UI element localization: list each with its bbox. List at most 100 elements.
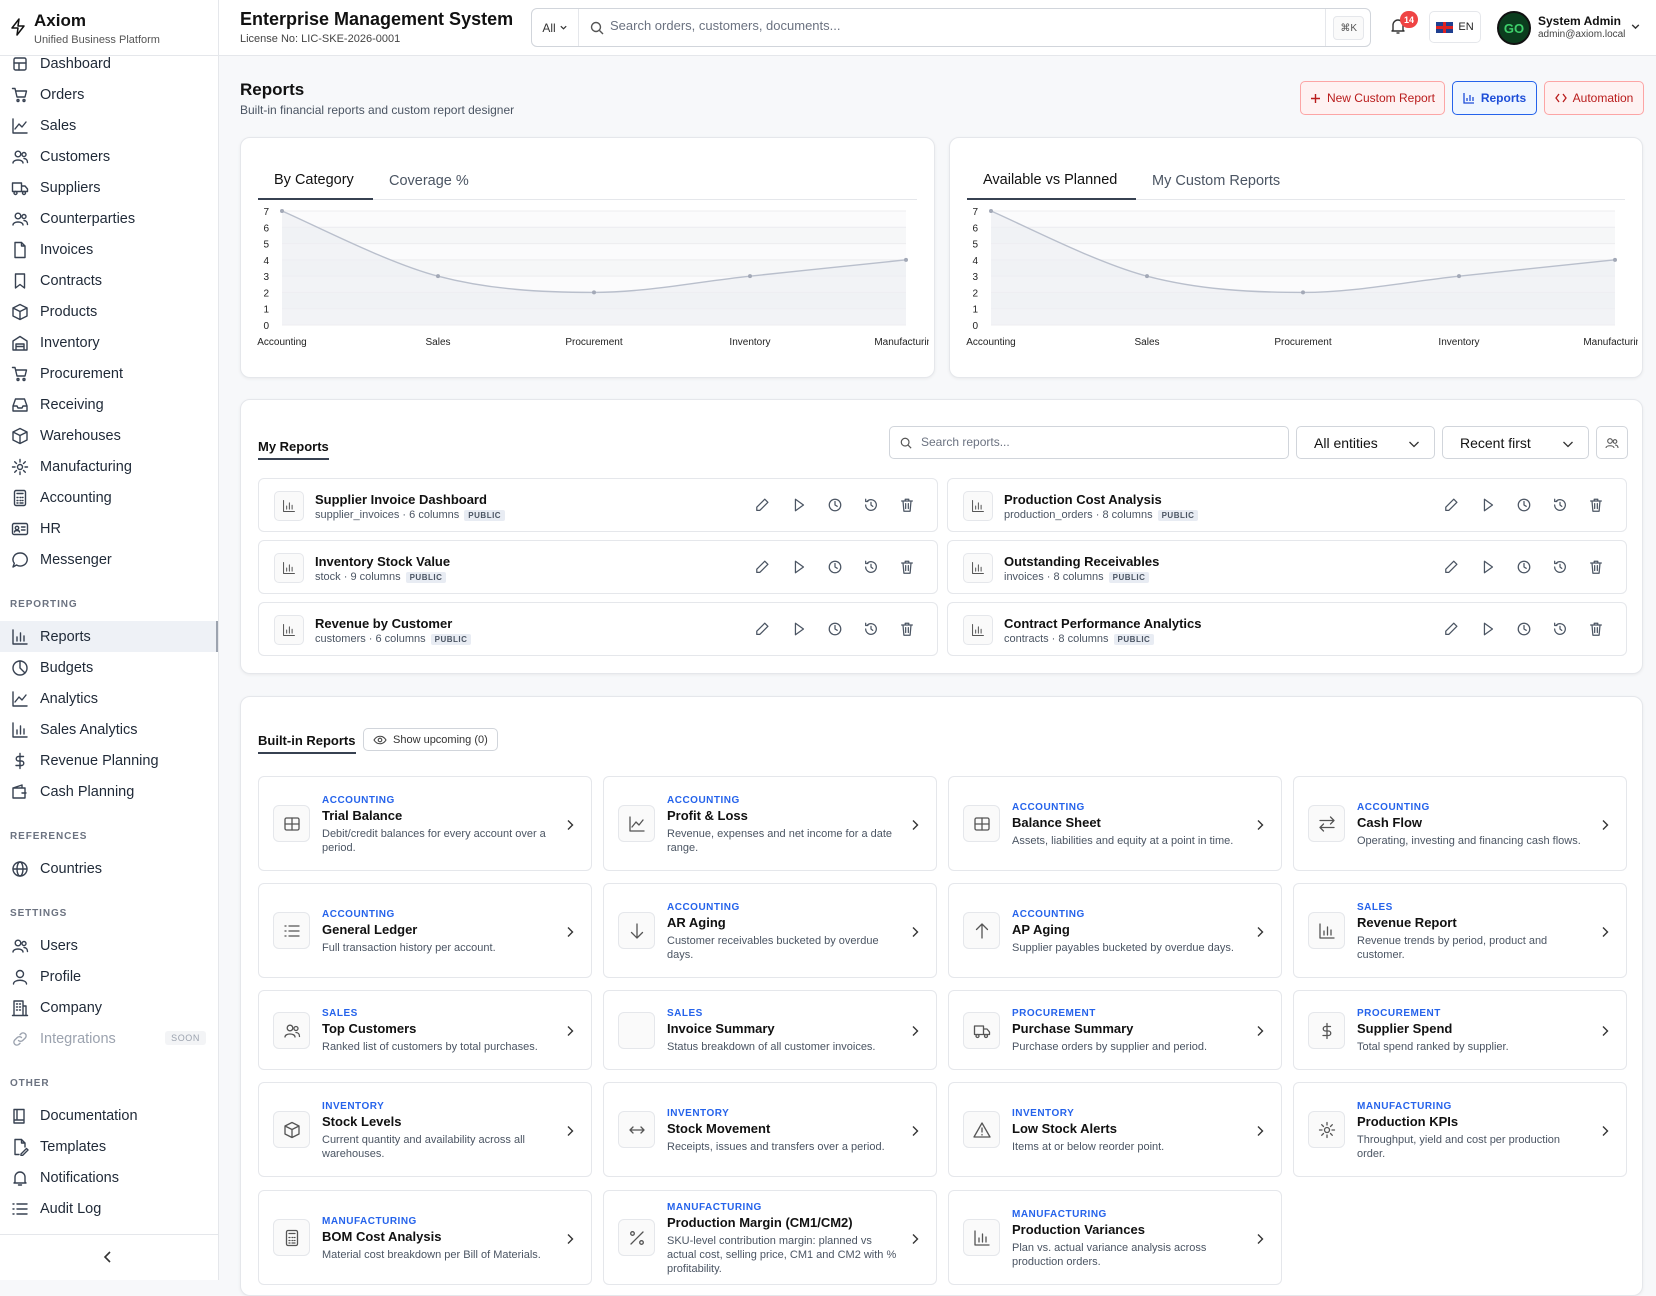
report-name[interactable]: Outstanding Receivables	[1004, 554, 1159, 569]
sidebar-item-sales-analytics[interactable]: Sales Analytics	[0, 714, 218, 745]
new-custom-report-button[interactable]: New Custom Report	[1300, 81, 1445, 115]
clock-icon[interactable]	[827, 621, 845, 639]
language-switcher[interactable]: EN	[1429, 11, 1481, 43]
sidebar-item-procurement[interactable]: Procurement	[0, 358, 218, 389]
clock-icon[interactable]	[827, 559, 845, 577]
sidebar-item-contracts[interactable]: Contracts	[0, 265, 218, 296]
sidebar-item-hr[interactable]: HR	[0, 513, 218, 544]
history-icon[interactable]	[863, 559, 881, 577]
sidebar-item-profile[interactable]: Profile	[0, 961, 218, 992]
play-icon[interactable]	[1480, 497, 1498, 515]
user-menu-chevron-icon[interactable]	[1630, 21, 1641, 32]
search-scope-select[interactable]: All	[532, 9, 579, 46]
tab-coverage[interactable]: Coverage %	[373, 162, 485, 200]
play-icon[interactable]	[791, 497, 809, 515]
sort-select[interactable]: Recent first	[1442, 426, 1589, 459]
builtin-report-card-invoice-summary[interactable]: SALES Invoice Summary Status breakdown of …	[603, 990, 937, 1070]
history-icon[interactable]	[1552, 621, 1570, 639]
builtin-report-card-ar-aging[interactable]: ACCOUNTING AR Aging Customer receivables b…	[603, 883, 937, 978]
report-name[interactable]: Contract Performance Analytics	[1004, 616, 1201, 631]
builtin-report-card-profit-loss[interactable]: ACCOUNTING Profit & Loss Revenue, expenses…	[603, 776, 937, 871]
sidebar-item-receiving[interactable]: Receiving	[0, 389, 218, 420]
report-row[interactable]: Revenue by Customer customers · 6 columns…	[258, 602, 938, 656]
sidebar-item-customers[interactable]: Customers	[0, 141, 218, 172]
automation-button[interactable]: Automation	[1544, 81, 1644, 115]
builtin-report-card-purchase-summary[interactable]: PROCUREMENT Purchase Summary Purchase orde…	[948, 990, 1282, 1070]
history-icon[interactable]	[1552, 559, 1570, 577]
clock-icon[interactable]	[827, 497, 845, 515]
clock-icon[interactable]	[1516, 559, 1534, 577]
show-upcoming-button[interactable]: Show upcoming (0)	[363, 728, 498, 751]
pencil-icon[interactable]	[755, 497, 773, 515]
trash-icon[interactable]	[899, 497, 917, 515]
reports-button[interactable]: Reports	[1452, 81, 1537, 115]
entity-filter-select[interactable]: All entities	[1296, 426, 1435, 459]
sidebar-item-manufacturing[interactable]: Manufacturing	[0, 451, 218, 482]
builtin-report-card-production-variances[interactable]: MANUFACTURING Production Variances Plan vs…	[948, 1190, 1282, 1285]
sidebar-item-templates[interactable]: Templates	[0, 1131, 218, 1162]
builtin-report-card-balance-sheet[interactable]: ACCOUNTING Balance Sheet Assets, liabiliti…	[948, 776, 1282, 871]
play-icon[interactable]	[791, 621, 809, 639]
history-icon[interactable]	[1552, 497, 1570, 515]
sidebar-item-revenue-planning[interactable]: Revenue Planning	[0, 745, 218, 776]
tab-by-category[interactable]: By Category	[258, 162, 373, 200]
sidebar-item-documentation[interactable]: Documentation	[0, 1100, 218, 1131]
sidebar-item-countries[interactable]: Countries	[0, 853, 218, 884]
builtin-report-card-revenue-report[interactable]: SALES Revenue Report Revenue trends by per…	[1293, 883, 1627, 978]
pencil-icon[interactable]	[1444, 497, 1462, 515]
sidebar-item-orders[interactable]: Orders	[0, 79, 218, 110]
sidebar-item-products[interactable]: Products	[0, 296, 218, 327]
pencil-icon[interactable]	[755, 621, 773, 639]
builtin-report-card-production-kpis[interactable]: MANUFACTURING Production KPIs Throughput, …	[1293, 1082, 1627, 1177]
play-icon[interactable]	[1480, 559, 1498, 577]
sidebar-item-notifications[interactable]: Notifications	[0, 1162, 218, 1193]
report-name[interactable]: Revenue by Customer	[315, 616, 452, 631]
history-icon[interactable]	[863, 497, 881, 515]
sidebar-item-cash-planning[interactable]: Cash Planning	[0, 776, 218, 807]
sidebar-item-integrations[interactable]: Integrations SOON	[0, 1023, 218, 1054]
trash-icon[interactable]	[1588, 559, 1606, 577]
builtin-report-card-stock-movement[interactable]: INVENTORY Stock Movement Receipts, issues …	[603, 1082, 937, 1177]
tab-my-custom-reports[interactable]: My Custom Reports	[1136, 162, 1296, 200]
sidebar-item-messenger[interactable]: Messenger	[0, 544, 218, 575]
trash-icon[interactable]	[899, 621, 917, 639]
pencil-icon[interactable]	[1444, 559, 1462, 577]
report-row[interactable]: Inventory Stock Value stock · 9 columns PU…	[258, 540, 938, 594]
report-search-input[interactable]	[921, 435, 1261, 449]
play-icon[interactable]	[1480, 621, 1498, 639]
sidebar-item-budgets[interactable]: Budgets	[0, 652, 218, 683]
builtin-report-card-top-customers[interactable]: SALES Top Customers Ranked list of custome…	[258, 990, 592, 1070]
report-name[interactable]: Inventory Stock Value	[315, 554, 450, 569]
sidebar-item-warehouses[interactable]: Warehouses	[0, 420, 218, 451]
shared-reports-button[interactable]	[1596, 426, 1628, 459]
avatar[interactable]: GO	[1497, 11, 1531, 45]
sidebar-item-analytics[interactable]: Analytics	[0, 683, 218, 714]
sidebar-item-company[interactable]: Company	[0, 992, 218, 1023]
sidebar-item-audit-log[interactable]: Audit Log	[0, 1193, 218, 1224]
sidebar-item-accounting[interactable]: Accounting	[0, 482, 218, 513]
pencil-icon[interactable]	[1444, 621, 1462, 639]
clock-icon[interactable]	[1516, 621, 1534, 639]
sidebar-item-suppliers[interactable]: Suppliers	[0, 172, 218, 203]
sidebar-item-users[interactable]: Users	[0, 930, 218, 961]
report-row[interactable]: Contract Performance Analytics contracts …	[947, 602, 1627, 656]
history-icon[interactable]	[863, 621, 881, 639]
play-icon[interactable]	[791, 559, 809, 577]
trash-icon[interactable]	[1588, 621, 1606, 639]
brand[interactable]: Axiom Unified Business Platform	[0, 0, 218, 56]
builtin-report-card-supplier-spend[interactable]: PROCUREMENT Supplier Spend Total spend ran…	[1293, 990, 1627, 1070]
builtin-report-card-general-ledger[interactable]: ACCOUNTING General Ledger Full transaction…	[258, 883, 592, 978]
builtin-report-card-trial-balance[interactable]: ACCOUNTING Trial Balance Debit/credit bala…	[258, 776, 592, 871]
trash-icon[interactable]	[899, 559, 917, 577]
sidebar-item-invoices[interactable]: Invoices	[0, 234, 218, 265]
report-row[interactable]: Supplier Invoice Dashboard supplier_invoi…	[258, 478, 938, 532]
clock-icon[interactable]	[1516, 497, 1534, 515]
tab-available-vs-planned[interactable]: Available vs Planned	[967, 162, 1136, 200]
builtin-report-card-low-stock-alerts[interactable]: INVENTORY Low Stock Alerts Items at or bel…	[948, 1082, 1282, 1177]
sidebar-item-sales[interactable]: Sales	[0, 110, 218, 141]
report-row[interactable]: Production Cost Analysis production_order…	[947, 478, 1627, 532]
builtin-report-card-stock-levels[interactable]: INVENTORY Stock Levels Current quantity an…	[258, 1082, 592, 1177]
sidebar-item-counterparties[interactable]: Counterparties	[0, 203, 218, 234]
builtin-report-card-bom-cost-analysis[interactable]: MANUFACTURING BOM Cost Analysis Material c…	[258, 1190, 592, 1285]
report-name[interactable]: Production Cost Analysis	[1004, 492, 1162, 507]
